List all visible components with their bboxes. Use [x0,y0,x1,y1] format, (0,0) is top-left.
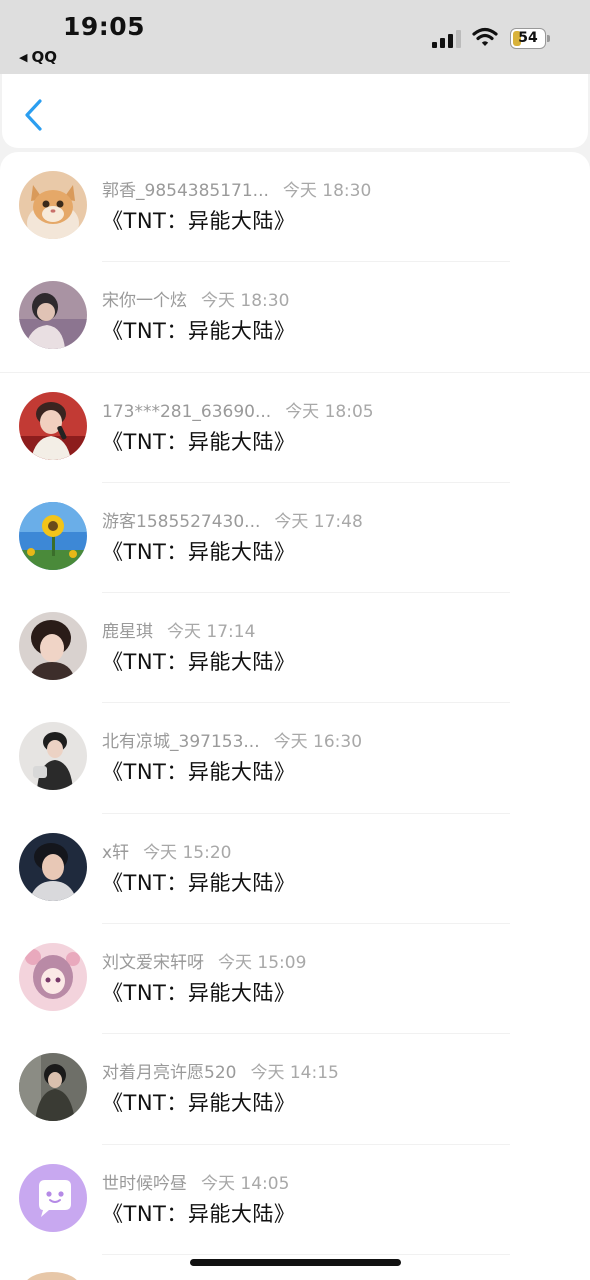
status-time: 19:05 [63,12,146,41]
message-item[interactable]: 刘文爱宋轩呀 今天 15:09 《TNT：异能大陆》 [0,924,590,1035]
sender-name: 游客1585527430... [102,511,261,532]
sender-name: 173***281_63690... [102,401,272,422]
message-text: 《TNT：异能大陆》 [102,319,296,344]
message-list: 郭香_9854385171... 今天 18:30 《TNT：异能大陆》 宋你一个… [0,152,590,1280]
sender-name: 世时候吟昼 [102,1173,187,1194]
message-item[interactable]: 世时候吟昼 今天 14:05 《TNT：异能大陆》 [0,1145,590,1255]
screen: 19:05 ◀ QQ 54 郭香_9854385171... 今天 18:30 … [0,0,590,1280]
sender-name: 北有凉城_397153... [102,732,260,753]
message-item[interactable]: 鹿星琪 今天 17:14 《TNT：异能大陆》 [0,593,590,704]
message-time: 今天 18:05 [285,401,374,422]
message-text: 《TNT：异能大陆》 [102,870,296,895]
back-app-label: QQ [31,48,57,66]
nav-header [2,74,588,148]
person-avatar [19,612,87,681]
message-text: 《TNT：异能大陆》 [102,429,296,454]
sender-name: 郭香_9854385171... [102,181,269,201]
sunflower-avatar [19,501,87,570]
message-time: 今天 18:30 [282,181,372,201]
message-text: 《TNT：异能大陆》 [102,981,296,1006]
message-time: 今天 17:48 [274,511,363,532]
message-item[interactable]: 173***281_63690... 今天 18:05 《TNT：异能大陆》 [0,373,590,483]
message-text: 《TNT：异能大陆》 [102,209,296,233]
message-item[interactable]: 郭香_9854385171... 今天 18:30 《TNT：异能大陆》 [0,152,590,263]
message-text: 《TNT：异能大陆》 [102,539,296,564]
message-time: 今天 18:30 [201,291,290,312]
wifi-icon [472,27,498,46]
sender-name: 鹿星琪 [102,622,153,643]
message-time: 今天 14:15 [250,1063,339,1084]
default-chat-avatar [19,1163,87,1232]
status-bar: 19:05 ◀ QQ 54 [0,0,590,74]
battery-icon: 54 [510,28,550,49]
message-item[interactable]: 对着月亮许愿520 今天 14:15 《TNT：异能大陆》 [0,1034,590,1145]
sender-name: x轩 [102,842,130,863]
chevron-left-icon[interactable] [20,98,48,132]
signal-icon [432,30,462,48]
kitten-avatar [19,171,87,239]
message-time: 今天 17:14 [167,622,256,643]
sender-name: 对着月亮许愿520 [102,1063,237,1084]
back-triangle-icon: ◀ [19,51,28,64]
message-time: 今天 15:20 [143,842,232,863]
message-item[interactable]: x轩 今天 15:20 《TNT：异能大陆》 [0,814,590,925]
divider [102,1253,510,1255]
sender-name: 刘文爱宋轩呀 [102,953,204,974]
person-avatar [19,832,87,901]
message-text: 《TNT：异能大陆》 [102,760,296,785]
message-time: 今天 14:05 [201,1173,290,1194]
message-time: 今天 16:30 [273,732,363,753]
message-text: 《TNT：异能大陆》 [102,1201,296,1226]
message-item[interactable]: 宋你一个炫 今天 18:30 《TNT：异能大陆》 [0,262,590,373]
battery-level: 54 [518,30,538,46]
singer-avatar [19,391,87,460]
message-text: 《TNT：异能大陆》 [102,650,296,675]
home-indicator[interactable] [190,1259,401,1266]
person-avatar [19,722,87,791]
back-to-app-link[interactable]: ◀ QQ [19,48,57,66]
message-text: 《TNT：异能大陆》 [102,1091,296,1116]
sender-name: 宋你一个炫 [102,291,187,312]
message-time: 今天 15:09 [218,953,307,974]
anime-avatar [19,943,87,1012]
message-item[interactable]: 北有凉城_397153... 今天 16:30 《TNT：异能大陆》 [0,703,590,814]
person-avatar [19,1053,87,1122]
message-item[interactable]: 游客1585527430... 今天 17:48 《TNT：异能大陆》 [0,483,590,594]
person-avatar [19,281,87,350]
